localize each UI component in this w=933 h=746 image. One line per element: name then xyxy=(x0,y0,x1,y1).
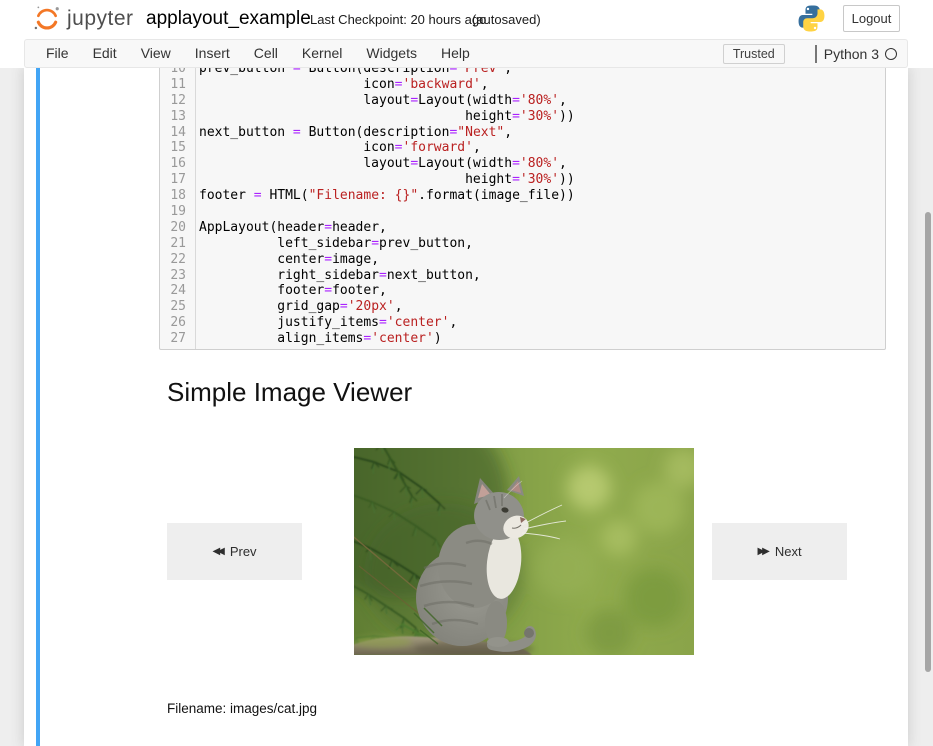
line-number: 19 xyxy=(160,204,195,220)
line-number: 12 xyxy=(160,93,195,109)
code-text: align_items='center') xyxy=(195,331,442,347)
image-output xyxy=(354,448,694,655)
line-number: 25 xyxy=(160,299,195,315)
logout-button[interactable]: Logout xyxy=(843,5,900,32)
line-number: 13 xyxy=(160,109,195,125)
jupyter-logo[interactable]: jupyter xyxy=(32,4,134,34)
line-number: 18 xyxy=(160,188,195,204)
output-heading: Simple Image Viewer xyxy=(167,377,412,407)
menu-item-view[interactable]: View xyxy=(129,40,183,67)
menu-item-file[interactable]: File xyxy=(34,40,81,67)
jupyter-notebook-app: jupyter applayout_example Last Checkpoin… xyxy=(0,0,933,746)
code-line: 14next_button = Button(description="Next… xyxy=(160,125,885,141)
jupyter-logo-icon xyxy=(32,4,62,34)
code-line: 19 xyxy=(160,204,885,220)
checkpoint-text: Last Checkpoint: 20 hours ago xyxy=(310,12,486,27)
code-line: 13 height='30%')) xyxy=(160,109,885,125)
code-line: 26 justify_items='center', xyxy=(160,315,885,331)
line-number: 26 xyxy=(160,315,195,331)
code-text: next_button = Button(description="Next", xyxy=(195,125,512,141)
code-text: icon='forward', xyxy=(195,140,481,156)
code-text: icon='backward', xyxy=(195,77,489,93)
line-number: 17 xyxy=(160,172,195,188)
code-text: layout=Layout(width='80%', xyxy=(195,156,567,172)
code-text: footer=footer, xyxy=(195,283,387,299)
gutter-separator xyxy=(195,68,196,349)
selected-cell-bar xyxy=(36,68,40,746)
menu-item-widgets[interactable]: Widgets xyxy=(354,40,429,67)
kernel-divider xyxy=(815,45,817,63)
autosave-status: (autosaved) xyxy=(472,12,541,27)
menu-item-kernel[interactable]: Kernel xyxy=(290,40,354,67)
notebook-header: jupyter applayout_example Last Checkpoin… xyxy=(0,0,933,39)
code-text: justify_items='center', xyxy=(195,315,457,331)
code-text: height='30%')) xyxy=(195,172,575,188)
menu-item-cell[interactable]: Cell xyxy=(242,40,290,67)
jupyter-logo-text: jupyter xyxy=(67,7,134,31)
forward-icon: ▶▶ xyxy=(757,546,766,557)
code-line: 18footer = HTML("Filename: {}".format(im… xyxy=(160,188,885,204)
line-number: 10 xyxy=(160,68,195,77)
code-text: grid_gap='20px', xyxy=(195,299,403,315)
menubar: File Edit View Insert Cell Kernel Widget… xyxy=(24,39,908,68)
code-line: 12 layout=Layout(width='80%', xyxy=(160,93,885,109)
code-editor[interactable]: 10prev_button = Button(description="Prev… xyxy=(159,68,886,350)
code-text: layout=Layout(width='80%', xyxy=(195,93,567,109)
filename-caption: Filename: images/cat.jpg xyxy=(167,701,317,716)
line-number: 16 xyxy=(160,156,195,172)
trusted-badge[interactable]: Trusted xyxy=(723,44,785,64)
menu-item-edit[interactable]: Edit xyxy=(81,40,129,67)
code-line: 20AppLayout(header=header, xyxy=(160,220,885,236)
code-line: 17 height='30%')) xyxy=(160,172,885,188)
menu-item-insert[interactable]: Insert xyxy=(183,40,242,67)
notebook-title[interactable]: applayout_example xyxy=(146,8,311,30)
backward-icon: ◀◀ xyxy=(212,546,221,557)
code-text: AppLayout(header=header, xyxy=(195,220,387,236)
line-number: 21 xyxy=(160,236,195,252)
line-number: 24 xyxy=(160,283,195,299)
line-number: 15 xyxy=(160,140,195,156)
code-text: right_sidebar=next_button, xyxy=(195,268,481,284)
code-text: footer = HTML("Filename: {}".format(imag… xyxy=(195,188,575,204)
line-number: 27 xyxy=(160,331,195,347)
scrollbar-thumb[interactable] xyxy=(925,212,931,672)
code-line: 16 layout=Layout(width='80%', xyxy=(160,156,885,172)
code-line: 23 right_sidebar=next_button, xyxy=(160,268,885,284)
code-line: 27 align_items='center') xyxy=(160,331,885,347)
line-number: 23 xyxy=(160,268,195,284)
prev-button[interactable]: ◀◀ Prev xyxy=(167,523,302,580)
notebook-scroll-area: 10prev_button = Button(description="Prev… xyxy=(0,68,933,746)
code-line: 15 icon='forward', xyxy=(160,140,885,156)
prev-button-label: Prev xyxy=(230,544,257,559)
line-number: 14 xyxy=(160,125,195,141)
line-number: 22 xyxy=(160,252,195,268)
code-text: center=image, xyxy=(195,252,379,268)
code-line: 25 grid_gap='20px', xyxy=(160,299,885,315)
code-line: 10prev_button = Button(description="Prev… xyxy=(160,68,885,77)
next-button-label: Next xyxy=(775,544,802,559)
line-number: 11 xyxy=(160,77,195,93)
menu-item-help[interactable]: Help xyxy=(429,40,482,67)
next-button[interactable]: ▶▶ Next xyxy=(712,523,847,580)
code-text: height='30%')) xyxy=(195,109,575,125)
code-line: 24 footer=footer, xyxy=(160,283,885,299)
kernel-name: Python 3 xyxy=(824,46,879,62)
code-lines: 10prev_button = Button(description="Prev… xyxy=(160,68,885,347)
code-text: left_sidebar=prev_button, xyxy=(195,236,473,252)
code-line: 21 left_sidebar=prev_button, xyxy=(160,236,885,252)
kernel-idle-icon xyxy=(885,48,897,60)
code-text: prev_button = Button(description="Prev", xyxy=(195,68,512,77)
python-logo-icon xyxy=(797,4,826,33)
cat-photo xyxy=(354,448,694,655)
code-line: 22 center=image, xyxy=(160,252,885,268)
line-number: 20 xyxy=(160,220,195,236)
code-line: 11 icon='backward', xyxy=(160,77,885,93)
